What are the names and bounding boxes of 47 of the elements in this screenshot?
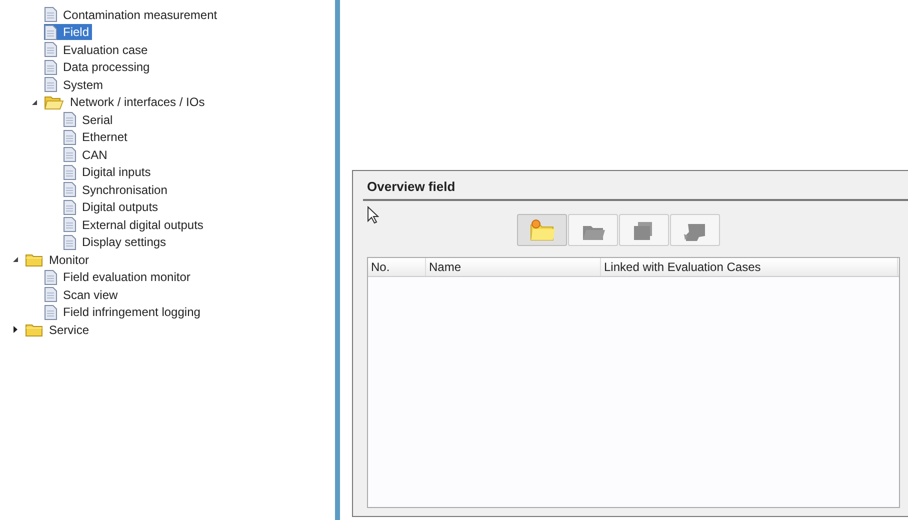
tree-item[interactable]: Display settings [63,234,170,250]
tree-item[interactable]: Monitor [25,252,92,268]
panel-title: Overview field [367,179,456,194]
column-header[interactable]: No. [368,258,426,276]
toolbar-button[interactable] [517,214,567,246]
tree-item[interactable]: Data processing [44,59,153,76]
document-icon [44,42,57,58]
document-icon [63,130,76,145]
document-icon [44,270,57,285]
expanded-arrow-icon[interactable] [30,98,38,106]
tree-item[interactable]: CAN [63,146,110,163]
folder-icon [25,252,43,268]
tree-item[interactable]: Field [44,24,92,40]
tree-item[interactable]: External digital outputs [63,216,206,233]
document-icon [63,112,76,128]
document-icon [63,200,76,215]
column-header[interactable]: Linked with Evaluation Cases [601,258,898,276]
document-icon [44,304,57,320]
tree-item[interactable]: Digital inputs [63,164,154,180]
tree-item[interactable]: System [44,76,106,93]
folder-icon [25,322,43,338]
document-icon [63,234,76,250]
document-icon [44,24,57,40]
column-header[interactable]: Name [426,258,601,276]
tree-item[interactable]: Contamination measurement [44,6,220,23]
tree-item[interactable]: Field evaluation monitor [44,269,194,286]
document-icon [63,147,76,162]
open-folder-icon [44,94,64,110]
document-icon [44,287,57,302]
tree-item[interactable]: Digital outputs [63,199,162,216]
document-icon [63,217,76,232]
document-icon [44,7,57,22]
expanded-arrow-icon[interactable] [12,256,18,264]
tree-item[interactable]: Evaluation case [44,42,151,58]
tree-item[interactable]: Ethernet [63,129,130,146]
document-icon [63,182,76,198]
document-icon [44,77,57,92]
tree-item[interactable]: Field infringement logging [44,304,204,320]
tree-item[interactable]: Service [25,322,92,338]
tree-item[interactable]: Scan view [44,286,121,303]
tree-item[interactable]: Synchronisation [63,182,170,198]
mouse-pointer-icon [367,206,379,224]
tree-item[interactable]: Serial [63,112,116,128]
document-icon [63,164,76,180]
tree-item[interactable]: Network / interfaces / IOs [44,94,208,110]
document-icon [44,60,57,75]
collapsed-arrow-icon[interactable] [12,326,18,334]
